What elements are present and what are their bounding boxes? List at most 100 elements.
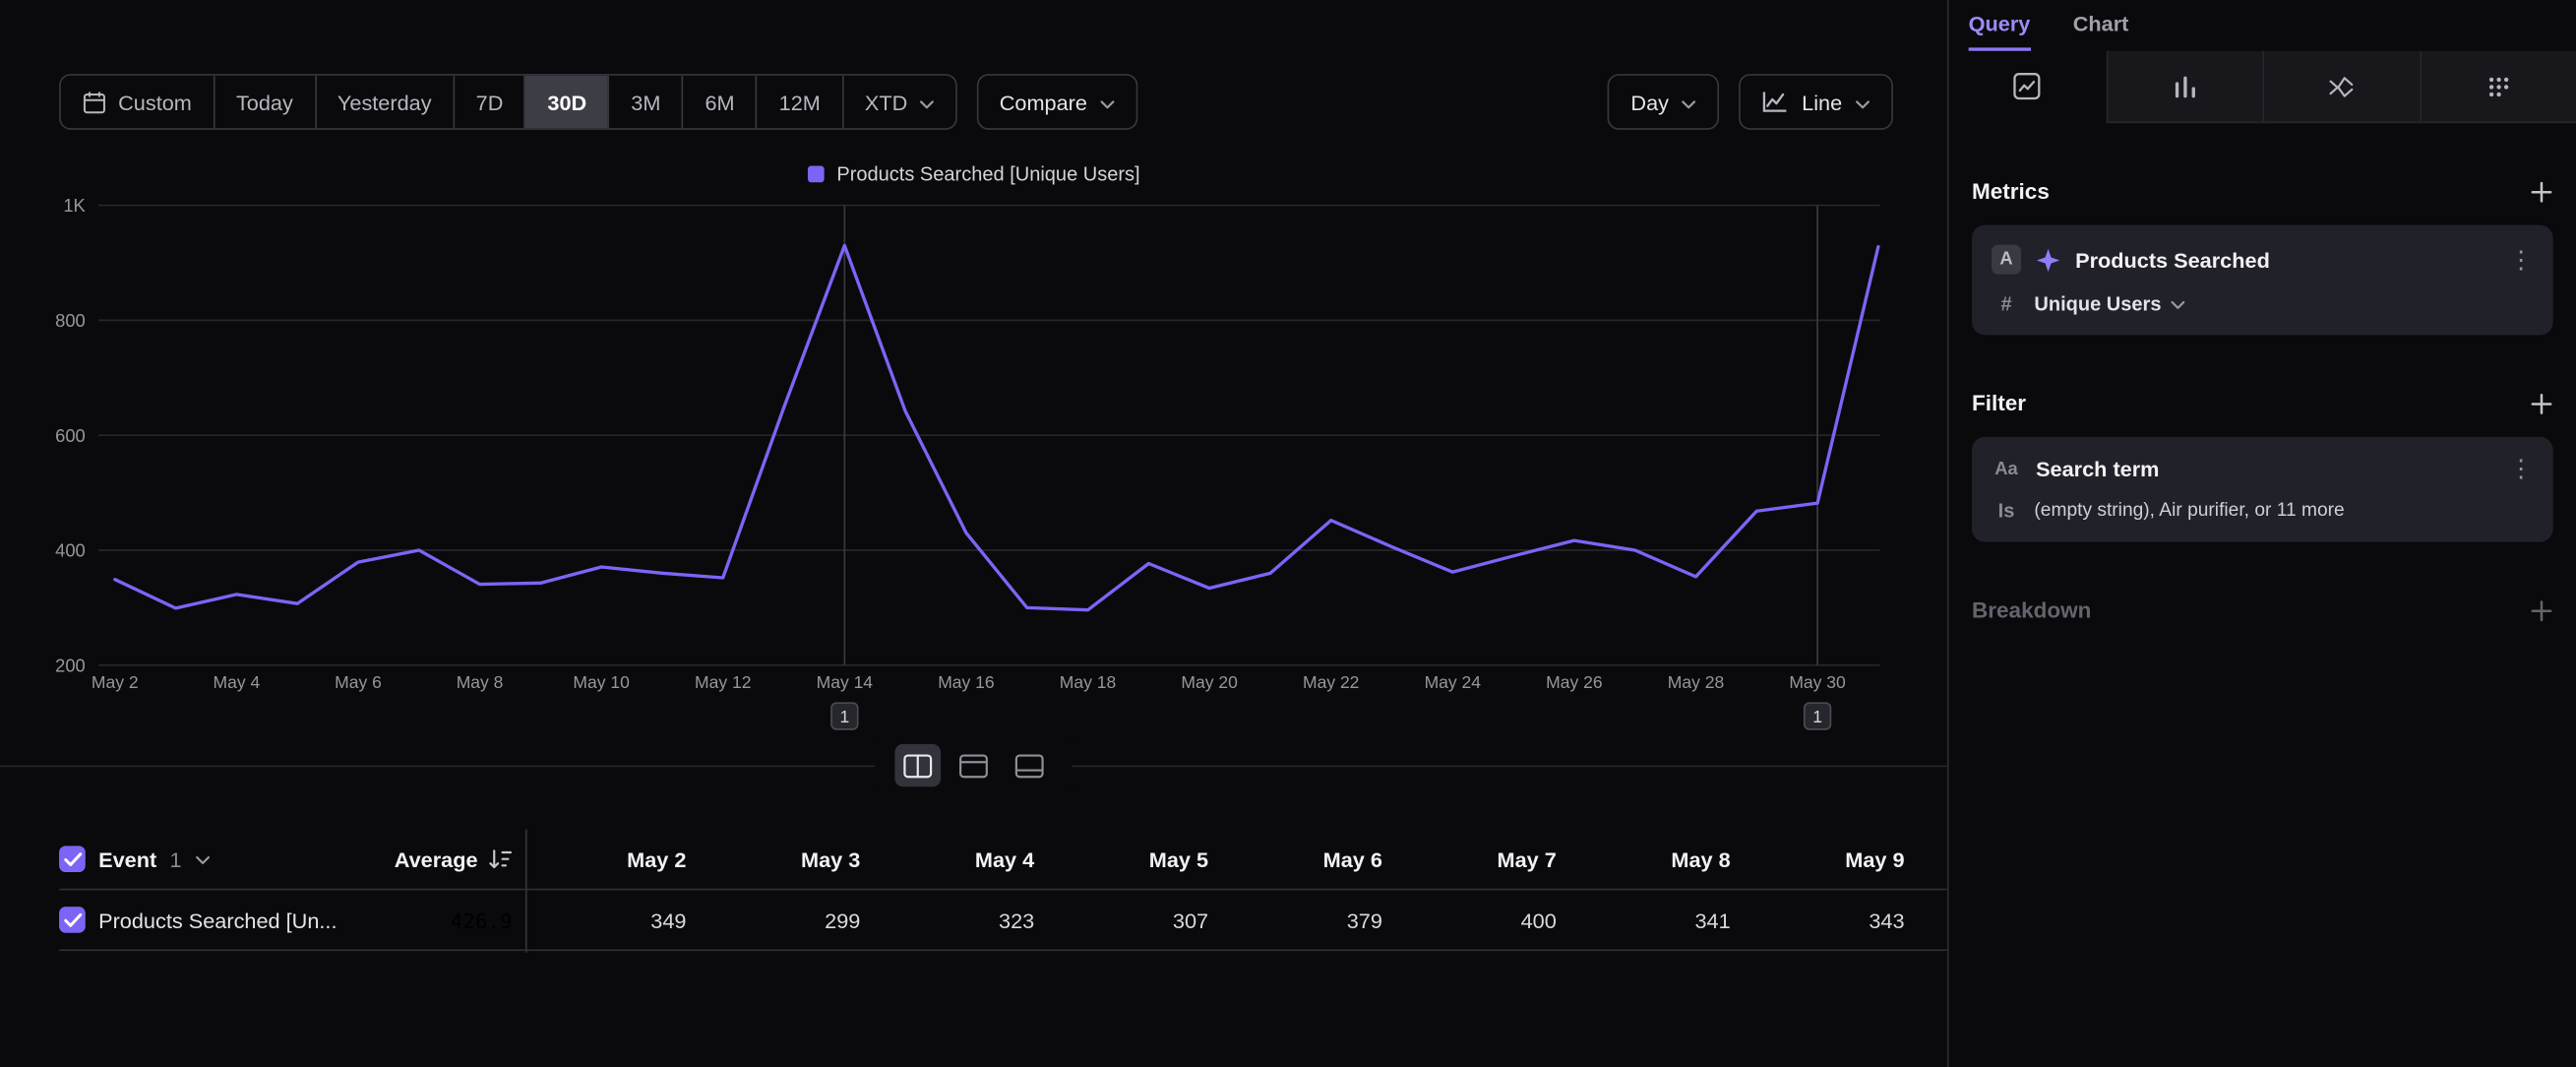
metric-measure-row: # Unique Users xyxy=(1992,292,2534,315)
event-sparkle-icon xyxy=(2036,247,2060,272)
filter-value: (empty string), Air purifier, or 11 more xyxy=(2034,501,2344,521)
svg-text:800: 800 xyxy=(55,310,86,331)
date-header: May 8 xyxy=(1569,847,1744,871)
date-range-yesterday[interactable]: Yesterday xyxy=(315,76,454,128)
query-sidebar: Query Chart xyxy=(1949,0,2576,1067)
viz-tab-stacked[interactable] xyxy=(2262,51,2419,123)
date-range-7d[interactable]: 7D xyxy=(453,76,524,128)
svg-text:1: 1 xyxy=(1812,707,1822,726)
date-range-xtd[interactable]: XTD xyxy=(842,76,955,128)
date-range-6m[interactable]: 6M xyxy=(682,76,756,128)
svg-text:May 10: May 10 xyxy=(573,672,630,692)
svg-text:May 12: May 12 xyxy=(695,672,751,692)
metric-letter-badge: A xyxy=(1992,245,2021,275)
chart-type-button[interactable]: Line xyxy=(1740,74,1893,130)
layout-split-button[interactable] xyxy=(894,744,941,786)
date-header: May 7 xyxy=(1395,847,1569,871)
row-event-cell[interactable]: Products Searched [Un... xyxy=(59,907,394,933)
viz-type-strip xyxy=(1949,51,2576,123)
table-header-row: Event 1 Average May 2 May 3 May 4 May 5 … xyxy=(59,830,1947,889)
sidebar-tabs: Query Chart xyxy=(1949,0,2576,51)
metrics-section-header: Metrics xyxy=(1972,179,2553,204)
viz-tab-metrics[interactable] xyxy=(2420,51,2576,123)
chevron-down-icon xyxy=(1856,90,1871,114)
row-value: 299 xyxy=(700,908,874,932)
viz-tab-line[interactable] xyxy=(1949,51,2106,123)
layout-table-button[interactable] xyxy=(1007,744,1053,786)
add-filter-button[interactable] xyxy=(2530,392,2552,414)
date-header: May 6 xyxy=(1221,847,1395,871)
svg-text:May 8: May 8 xyxy=(457,672,504,692)
results-table: Event 1 Average May 2 May 3 May 4 May 5 … xyxy=(0,830,1947,951)
filter-property-name: Search term xyxy=(2036,457,2494,481)
line-chart[interactable]: 1K800600400200May 2May 4May 6May 8May 10… xyxy=(0,194,1947,742)
svg-text:1K: 1K xyxy=(63,195,86,216)
chevron-down-icon xyxy=(1682,90,1696,114)
metric-card-header: A Products Searched ⋮ xyxy=(1992,245,2534,275)
date-range-12m[interactable]: 12M xyxy=(756,76,841,128)
sort-icon[interactable] xyxy=(488,847,513,870)
compare-button[interactable]: Compare xyxy=(976,74,1137,130)
legend-label: Products Searched [Unique Users] xyxy=(836,162,1139,185)
date-range-control: Custom Today Yesterday 7D 30D 3M 6M 12M … xyxy=(59,74,956,130)
svg-text:May 30: May 30 xyxy=(1789,672,1846,692)
date-range-30d[interactable]: 30D xyxy=(524,76,608,128)
date-range-today[interactable]: Today xyxy=(214,76,315,128)
measure-dropdown[interactable]: Unique Users xyxy=(2034,292,2185,315)
breakdown-section-header: Breakdown xyxy=(1972,597,2553,622)
layout-chart-button[interactable] xyxy=(951,744,997,786)
line-chart-icon xyxy=(2013,72,2041,99)
date-header: May 4 xyxy=(874,847,1048,871)
report-toolbar: Custom Today Yesterday 7D 30D 3M 6M 12M … xyxy=(59,74,1893,130)
date-range-label: Custom xyxy=(118,90,192,114)
average-header[interactable]: Average xyxy=(394,847,524,871)
svg-text:400: 400 xyxy=(55,540,86,561)
granularity-button[interactable]: Day xyxy=(1608,74,1720,130)
date-header: May 2 xyxy=(525,847,700,871)
row-value: 343 xyxy=(1744,908,1918,932)
select-all-checkbox[interactable] xyxy=(59,846,86,872)
viz-tab-bar[interactable] xyxy=(2106,51,2262,123)
event-count: 1 xyxy=(170,847,182,871)
date-header: May 5 xyxy=(1048,847,1222,871)
kebab-menu-icon[interactable]: ⋮ xyxy=(2509,457,2534,481)
metrics-grid-icon xyxy=(2485,73,2512,99)
table-row[interactable]: Products Searched [Un... 426.9 349 299 3… xyxy=(59,889,1947,951)
filter-condition-row[interactable]: Is (empty string), Air purifier, or 11 m… xyxy=(1992,499,2534,522)
chevron-down-icon xyxy=(919,90,934,114)
metric-card[interactable]: A Products Searched ⋮ # Unique Users xyxy=(1972,225,2553,336)
row-value: 323 xyxy=(874,908,1048,932)
line-chart-icon xyxy=(1762,91,1789,113)
svg-text:May 14: May 14 xyxy=(817,672,874,692)
kebab-menu-icon[interactable]: ⋮ xyxy=(2509,247,2534,272)
insights-app: Custom Today Yesterday 7D 30D 3M 6M 12M … xyxy=(0,0,2576,1067)
tab-chart[interactable]: Chart xyxy=(2073,0,2129,51)
svg-text:200: 200 xyxy=(55,655,86,675)
table-column-divider xyxy=(525,830,527,953)
legend-item[interactable]: Products Searched [Unique Users] xyxy=(807,162,1139,185)
event-header-label: Event xyxy=(98,847,156,871)
svg-text:May 4: May 4 xyxy=(214,672,261,692)
tab-query[interactable]: Query xyxy=(1969,0,2031,51)
svg-text:600: 600 xyxy=(55,425,86,446)
date-range-3m[interactable]: 3M xyxy=(608,76,682,128)
row-value: 400 xyxy=(1395,908,1569,932)
svg-text:May 2: May 2 xyxy=(92,672,139,692)
filter-section-header: Filter xyxy=(1972,391,2553,415)
filter-card-header: Aa Search term ⋮ xyxy=(1992,457,2534,481)
row-checkbox[interactable] xyxy=(59,907,86,933)
svg-text:May 18: May 18 xyxy=(1060,672,1116,692)
filter-title: Filter xyxy=(1972,391,2026,415)
event-header[interactable]: Event 1 xyxy=(59,845,394,874)
row-value: 307 xyxy=(1048,908,1222,932)
date-header: May 9 xyxy=(1744,847,1918,871)
add-breakdown-button[interactable] xyxy=(2530,598,2552,621)
row-event-name: Products Searched [Un... xyxy=(98,908,337,932)
svg-text:May 22: May 22 xyxy=(1303,672,1359,692)
breakdown-title: Breakdown xyxy=(1972,597,2091,622)
add-metric-button[interactable] xyxy=(2530,180,2552,203)
filter-card[interactable]: Aa Search term ⋮ Is (empty string), Air … xyxy=(1972,437,2553,542)
calendar-icon xyxy=(82,90,106,114)
date-range-custom[interactable]: Custom xyxy=(61,76,214,128)
text-type-icon: Aa xyxy=(1992,459,2021,478)
